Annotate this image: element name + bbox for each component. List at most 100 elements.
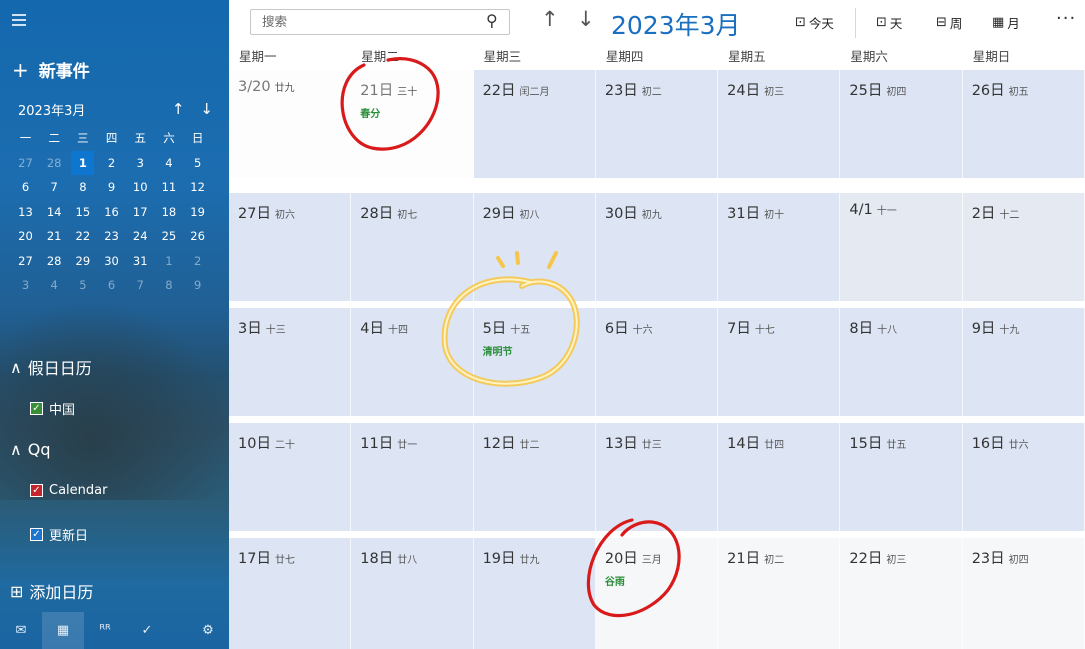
calendar-day-cell[interactable]: 2日 十二 [962,193,1085,301]
mini-calendar-day[interactable]: 9 [186,273,209,298]
month-title[interactable]: 2023年3月 [611,6,741,42]
mini-calendar-day[interactable]: 22 [71,224,94,249]
mini-calendar-day[interactable]: 5 [186,151,209,176]
mini-calendar-day[interactable]: 7 [43,175,66,200]
mini-calendar-day[interactable]: 11 [157,175,180,200]
calendar-day-cell[interactable]: 14日 廿四 [718,423,841,531]
calendar-day-cell[interactable]: 29日 初八 [473,193,596,301]
prev-month-arrow-icon[interactable]: ↑ [541,7,559,31]
mail-icon[interactable]: ✉ [0,612,42,649]
settings-gear-icon[interactable]: ⚙ [187,612,229,649]
holiday-calendar-section[interactable]: ∧ 假日日历 [10,355,92,379]
month-view-button[interactable]: ▦ 月 [992,13,1020,32]
calendar-item-calendar[interactable]: ✓ Calendar [30,483,107,498]
mini-calendar-day[interactable]: 14 [43,200,66,225]
mini-calendar-day[interactable]: 25 [157,224,180,249]
mini-calendar-day[interactable]: 31 [129,249,152,274]
holiday-event-label[interactable]: 春分 [360,105,472,120]
calendar-day-cell[interactable]: 4/1 十一 [840,193,963,301]
mini-calendar-day[interactable]: 15 [71,200,94,225]
mini-calendar-day[interactable]: 28 [43,249,66,274]
new-event-button[interactable]: + 新事件 [12,57,90,83]
mini-calendar-day[interactable]: 17 [129,200,152,225]
mini-calendar-day[interactable]: 2 [186,249,209,274]
calendar-day-cell[interactable]: 24日 初三 [718,70,841,178]
mini-calendar-day[interactable]: 20 [14,224,37,249]
mini-calendar-day[interactable]: 28 [43,151,66,176]
calendar-day-cell[interactable]: 11日 廿一 [351,423,474,531]
mini-calendar-day[interactable]: 12 [186,175,209,200]
calendar-day-cell[interactable]: 13日 廿三 [595,423,719,531]
calendar-day-cell[interactable]: 21日 初二 [718,538,841,649]
calendar-day-cell[interactable]: 10日 二十 [229,423,352,531]
people-icon[interactable]: ᴿᴿ [84,612,126,649]
mini-calendar-day[interactable]: 3 [14,273,37,298]
mini-calendar-day[interactable]: 6 [14,175,37,200]
mini-calendar-day[interactable]: 9 [100,175,123,200]
calendar-day-cell[interactable]: 6日 十六 [595,308,719,416]
mini-calendar-day[interactable]: 4 [43,273,66,298]
calendar-icon[interactable]: ▦ [42,612,84,649]
calendar-day-cell[interactable]: 4日 十四 [351,308,474,416]
calendar-day-cell[interactable]: 30日 初九 [595,193,719,301]
checkbox-checked-icon[interactable]: ✓ [30,528,43,541]
add-calendar-button[interactable]: ⊞ 添加日历 [10,579,93,603]
mini-calendar-day[interactable]: 13 [14,200,37,225]
calendar-day-cell[interactable]: 5日 十五 清明节 [473,308,596,416]
mini-calendar-day[interactable]: 23 [100,224,123,249]
mini-calendar-day[interactable]: 27 [14,151,37,176]
search-icon[interactable]: ⚲ [486,11,498,30]
mini-calendar-day[interactable]: 30 [100,249,123,274]
calendar-day-cell[interactable]: 7日 十七 [718,308,841,416]
mini-calendar-day[interactable]: 18 [157,200,180,225]
calendar-day-cell[interactable]: 23日 初四 [962,538,1085,649]
calendar-item-update-day[interactable]: ✓ 更新日 [30,525,88,544]
calendar-day-cell[interactable]: 16日 廿六 [962,423,1085,531]
mini-calendar-day[interactable]: 2 [100,151,123,176]
mini-calendar-day[interactable]: 27 [14,249,37,274]
calendar-day-cell[interactable]: 21日 三十 春分 [351,70,474,178]
calendar-day-cell[interactable]: 12日 廿二 [473,423,596,531]
mini-calendar-day[interactable]: 10 [129,175,152,200]
mini-calendar-day[interactable]: 24 [129,224,152,249]
todo-icon[interactable]: ✓ [126,612,168,649]
mini-calendar-day[interactable]: 1 [157,249,180,274]
holiday-event-label[interactable]: 清明节 [483,343,595,358]
mini-calendar-day[interactable]: 4 [157,151,180,176]
mini-calendar-day[interactable]: 8 [157,273,180,298]
calendar-day-cell[interactable]: 25日 初四 [840,70,963,178]
calendar-day-cell[interactable]: 3/20 廿九 [229,70,352,178]
mini-calendar-day[interactable]: 7 [129,273,152,298]
mini-prev-arrow-icon[interactable]: ↑ [172,100,185,119]
calendar-day-cell[interactable]: 20日 三月 谷雨 [595,538,719,649]
mini-calendar-day[interactable]: 21 [43,224,66,249]
calendar-day-cell[interactable]: 22日 初三 [840,538,963,649]
mini-calendar-day[interactable]: 5 [71,273,94,298]
calendar-day-cell[interactable]: 19日 廿九 [473,538,596,649]
mini-calendar-day[interactable]: 29 [71,249,94,274]
calendar-day-cell[interactable]: 8日 十八 [840,308,963,416]
calendar-day-cell[interactable]: 26日 初五 [962,70,1085,178]
mini-calendar-day[interactable]: 8 [71,175,94,200]
calendar-day-cell[interactable]: 17日 廿七 [229,538,352,649]
checkbox-checked-icon[interactable]: ✓ [30,484,43,497]
calendar-day-cell[interactable]: 15日 廿五 [840,423,963,531]
mini-calendar-day[interactable]: 6 [100,273,123,298]
account-section[interactable]: ∧ Qq [10,440,50,459]
search-input[interactable]: 搜索 [250,9,510,35]
calendar-day-cell[interactable]: 22日 闰二月 [473,70,596,178]
calendar-day-cell[interactable]: 3日 十三 [229,308,352,416]
day-view-button[interactable]: ⊡ 天 [876,13,902,32]
mini-calendar-day[interactable]: 1 [71,150,95,175]
mini-calendar-day[interactable]: 19 [186,200,209,225]
mini-calendar-day[interactable]: 26 [186,224,209,249]
calendar-day-cell[interactable]: 18日 廿八 [351,538,474,649]
mini-calendar-month[interactable]: 2023年3月 [18,100,85,119]
calendar-day-cell[interactable]: 27日 初六 [229,193,352,301]
calendar-day-cell[interactable]: 23日 初二 [595,70,719,178]
mini-next-arrow-icon[interactable]: ↓ [200,100,213,119]
calendar-day-cell[interactable]: 28日 初七 [351,193,474,301]
week-view-button[interactable]: ⊟ 周 [936,13,962,32]
more-options-icon[interactable]: ··· [1056,8,1076,29]
calendar-day-cell[interactable]: 9日 十九 [962,308,1085,416]
